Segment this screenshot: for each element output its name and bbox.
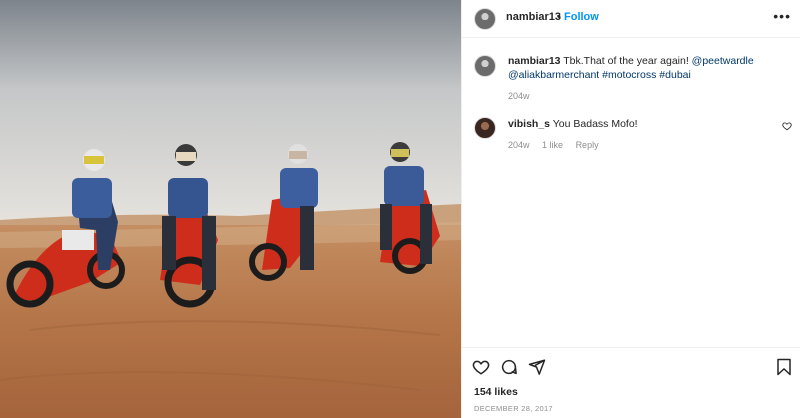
comment-text: You Badass Mofo! (550, 118, 638, 130)
caption-text: Tbk.That of the year again! (560, 55, 692, 67)
author-avatar[interactable] (474, 8, 496, 30)
post-detail-panel: nambiar13 • Follow ••• nambiar13 Tbk.Tha… (461, 0, 800, 418)
heart-icon[interactable] (472, 358, 490, 376)
post-caption: nambiar13 Tbk.That of the year again! @p… (508, 55, 788, 82)
more-options-icon[interactable]: ••• (773, 9, 791, 23)
comment-icon[interactable] (500, 358, 518, 376)
post-footer: 154 likes DECEMBER 28, 2017 (462, 347, 800, 418)
post-date: DECEMBER 28, 2017 (474, 404, 553, 413)
likes-count[interactable]: 154 likes (474, 386, 518, 398)
motocross-riders-image (0, 0, 461, 418)
caption-timestamp: 204w (508, 91, 530, 101)
share-icon[interactable] (528, 358, 546, 376)
comment-reply-button[interactable]: Reply (576, 140, 599, 150)
author-username[interactable]: nambiar13 (506, 11, 561, 23)
comment-username[interactable]: vibish_s (508, 118, 550, 130)
bookmark-icon[interactable] (775, 358, 793, 376)
commenter-avatar[interactable] (474, 117, 496, 139)
caption-avatar[interactable] (474, 55, 496, 77)
separator-dot: • (557, 11, 561, 23)
post-photo[interactable] (0, 0, 461, 418)
comment: vibish_s You Badass Mofo! (508, 118, 638, 130)
caption-username[interactable]: nambiar13 (508, 55, 561, 67)
comment-meta: 204w 1 like Reply (508, 140, 609, 150)
post-header: nambiar13 • Follow ••• (462, 0, 800, 38)
comment-likes[interactable]: 1 like (542, 140, 563, 150)
caption-mentions-hashtags[interactable]: @aliakbarmerchant #motocross #dubai (508, 69, 691, 81)
caption-mention-1[interactable]: @peetwardle (692, 55, 754, 67)
follow-button[interactable]: Follow (564, 11, 599, 23)
comment-timestamp: 204w (508, 140, 530, 150)
comment-heart-icon[interactable] (782, 121, 792, 131)
